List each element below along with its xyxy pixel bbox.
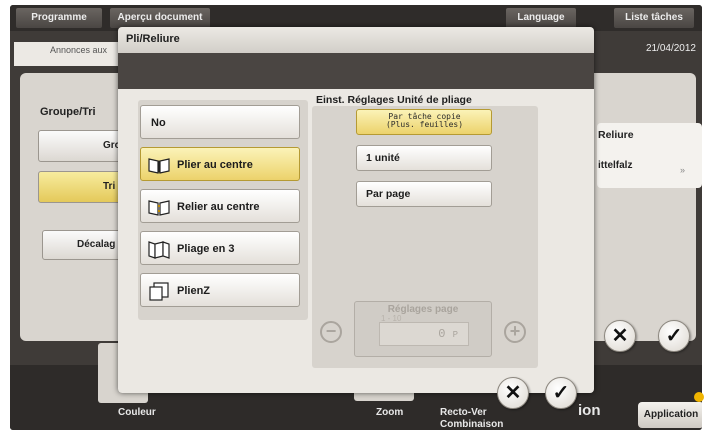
mode-pliage-en-3-button[interactable]: Pliage en 3 — [140, 231, 300, 265]
unit-1-unite-button[interactable]: 1 unité — [356, 145, 492, 171]
bg-ok-button[interactable]: ✓ — [658, 320, 690, 352]
combinaison-label: Combinaison — [440, 419, 504, 430]
recto-verso-label: Recto-Ver — [440, 407, 487, 418]
decalage-button[interactable]: Décalag — [42, 230, 128, 260]
couleur-label: Couleur — [118, 407, 156, 418]
zoom-label: Zoom — [376, 407, 404, 418]
application-button[interactable]: Application — [638, 402, 702, 428]
tri-button-label: Tri — [103, 181, 116, 192]
liste-taches-tab[interactable]: Liste tâches — [614, 8, 694, 28]
reliure-label: Reliure — [598, 129, 634, 141]
page-settings-box: Réglages page 1 - 10 0 P — [354, 301, 492, 357]
page-settings-field[interactable]: 0 P — [379, 322, 469, 346]
hidden-tail-label: ion — [578, 402, 601, 419]
page-settings-value: 0 — [438, 327, 446, 341]
unit-par-page-button[interactable]: Par page — [356, 181, 492, 207]
mode-plienz-button[interactable]: PlienZ — [140, 273, 300, 307]
annonces-label: Annonces aux — [50, 45, 108, 55]
unit-settings-title: Einst. Réglages Unité de pliage — [316, 94, 472, 106]
groupe-button[interactable]: Gro — [38, 130, 128, 162]
mode-plier-au-centre-button[interactable]: Plier au centre — [140, 147, 300, 181]
bind-center-icon — [148, 200, 170, 216]
tri-button[interactable]: Tri — [38, 171, 128, 203]
unit-par-page-label: Par page — [366, 188, 411, 200]
dialog-title: Pli/Reliure — [126, 33, 180, 45]
z-fold-icon — [149, 282, 169, 301]
fold-center-icon — [148, 158, 170, 174]
language-tab[interactable]: Language — [506, 8, 576, 28]
mode-pliage-en-3-label: Pliage en 3 — [177, 243, 235, 255]
dialog-header: Pli/Reliure — [118, 27, 594, 53]
groupe-tri-title: Groupe/Tri — [40, 106, 96, 118]
mode-plier-au-centre-label: Plier au centre — [177, 159, 253, 171]
decalage-button-label: Décalag — [77, 239, 116, 250]
page-settings-label: Réglages page — [387, 304, 459, 315]
tri-fold-icon — [148, 241, 170, 259]
mode-no-button[interactable]: No — [140, 105, 300, 139]
page-plus-button[interactable]: + — [504, 321, 526, 343]
mittelfalz-label: ittelfalz — [598, 160, 633, 171]
mode-no-label: No — [151, 117, 166, 129]
page-settings-unit: P — [452, 330, 458, 340]
card-arrow-icon: » — [680, 165, 686, 175]
mode-relier-au-centre-button[interactable]: Relier au centre — [140, 189, 300, 223]
mode-plienz-label: PlienZ — [177, 285, 211, 297]
notification-dot — [694, 392, 704, 402]
programme-tab[interactable]: Programme — [16, 8, 102, 28]
page-minus-button[interactable]: − — [320, 321, 342, 343]
mode-relier-au-centre-label: Relier au centre — [177, 201, 260, 213]
bg-cancel-button[interactable]: ✕ — [604, 320, 636, 352]
unit-par-tache-copie-line2: (Plus. feuilles) — [385, 120, 464, 129]
unit-1-unite-label: 1 unité — [366, 152, 400, 164]
apercu-document-tab[interactable]: Aperçu document — [110, 8, 210, 28]
date-display: 21/04/2012 — [645, 43, 696, 54]
dialog-cancel-button[interactable]: ✕ — [497, 377, 529, 409]
dialog-ok-button[interactable]: ✓ — [545, 377, 577, 409]
unit-par-tache-copie-button[interactable]: Par tâche copie (Plus. feuilles) — [356, 109, 492, 135]
pli-reliure-dialog: Pli/Reliure No Plier au centre Relier au… — [118, 27, 594, 393]
